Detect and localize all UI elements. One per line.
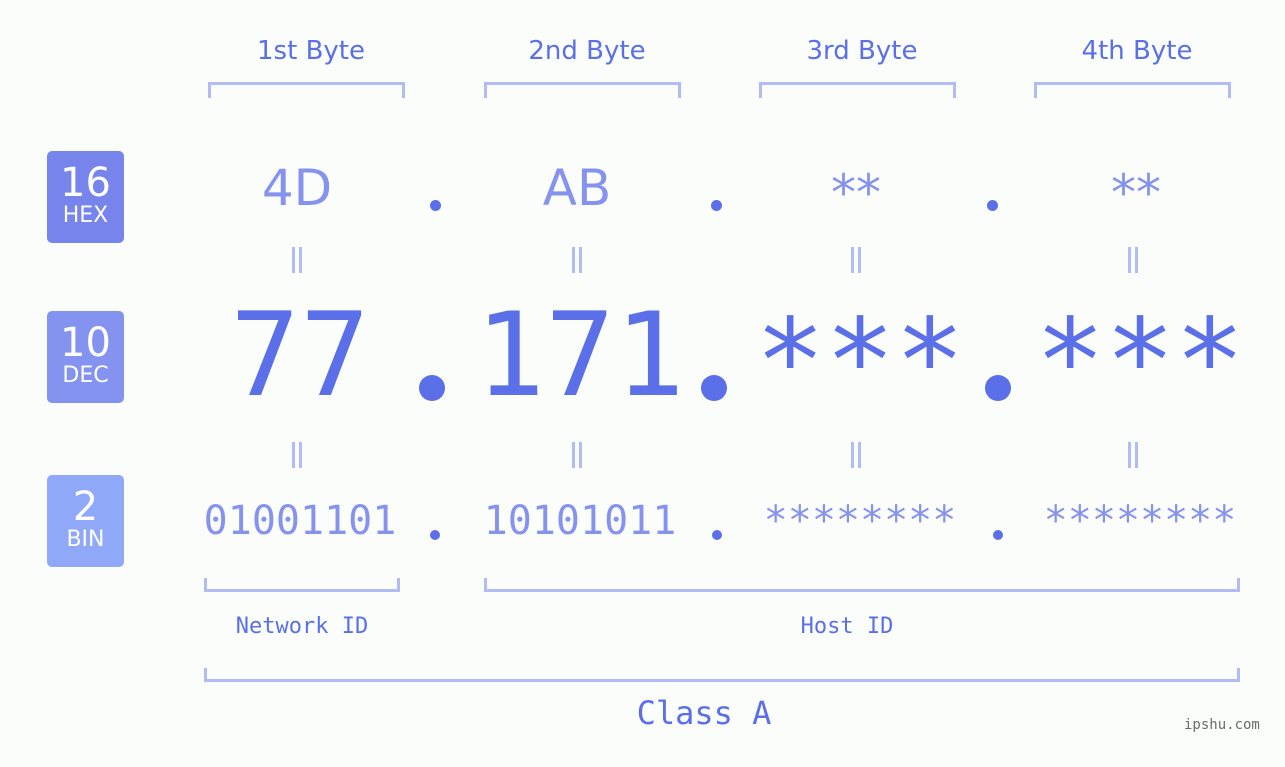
equals-icon (851, 247, 861, 273)
hex-separator-dot (430, 200, 441, 211)
hex-byte-1: 4D (261, 159, 333, 217)
equals-icon (1128, 442, 1138, 468)
network-id-label: Network ID (235, 614, 369, 639)
watermark: ipshu.com (1184, 717, 1260, 733)
bin-separator-dot (430, 530, 440, 540)
equals-icon (851, 442, 861, 468)
hex-badge: 16 HEX (47, 151, 124, 243)
dec-byte-1: 77 (230, 288, 370, 423)
byte-header-1: 1st Byte (257, 36, 365, 66)
bin-separator-dot (993, 530, 1003, 540)
dec-byte-4: *** (1035, 294, 1245, 429)
network-id-bracket (204, 578, 400, 592)
bin-byte-1: 01001101 (203, 498, 397, 544)
bin-badge-label: BIN (66, 527, 105, 552)
hex-byte-4: ** (1111, 164, 1161, 222)
hex-separator-dot (711, 200, 722, 211)
class-label: Class A (636, 694, 772, 732)
byte-header-3: 3rd Byte (806, 36, 918, 66)
hex-byte-3: ** (831, 164, 881, 222)
hex-separator-dot (987, 200, 998, 211)
equals-icon (572, 442, 582, 468)
byte-header-2: 2nd Byte (528, 36, 646, 66)
bin-byte-2: 10101011 (483, 498, 677, 544)
dec-badge-label: DEC (62, 363, 109, 388)
class-bracket (204, 668, 1240, 682)
dec-byte-3: *** (755, 294, 965, 429)
equals-icon (572, 247, 582, 273)
bin-byte-3: ******** (763, 498, 957, 544)
equals-icon (292, 247, 302, 273)
bin-badge-number: 2 (72, 484, 99, 530)
hex-badge-label: HEX (62, 203, 109, 228)
dec-separator-dot (985, 375, 1011, 401)
byte-bracket-2 (484, 82, 681, 98)
bin-badge: 2 BIN (47, 475, 124, 567)
host-id-label: Host ID (800, 614, 894, 639)
dec-badge: 10 DEC (47, 311, 124, 403)
hex-badge-number: 16 (60, 160, 111, 206)
byte-bracket-3 (759, 82, 956, 98)
dec-separator-dot (419, 375, 445, 401)
bin-byte-4: ******** (1043, 498, 1237, 544)
byte-bracket-4 (1034, 82, 1231, 98)
equals-icon (292, 442, 302, 468)
byte-header-4: 4th Byte (1081, 36, 1193, 66)
dec-byte-2: 171 (475, 288, 685, 423)
host-id-bracket (484, 578, 1240, 592)
dec-separator-dot (701, 375, 727, 401)
dec-badge-number: 10 (60, 320, 111, 366)
hex-byte-2: AB (542, 159, 612, 217)
byte-bracket-1 (208, 82, 405, 98)
bin-separator-dot (712, 530, 722, 540)
equals-icon (1128, 247, 1138, 273)
